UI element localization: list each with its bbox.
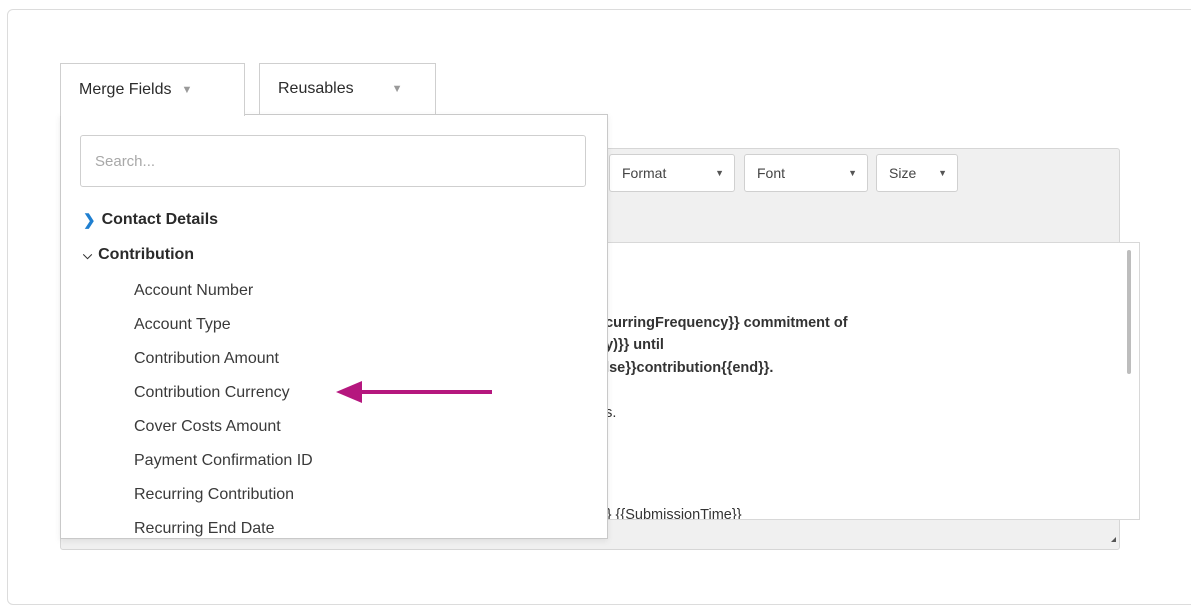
merge-fields-button[interactable]: Merge Fields ▼ <box>60 63 245 116</box>
font-dropdown[interactable]: Font ▼ <box>744 154 868 192</box>
group-contact-details[interactable]: ❯ Contact Details <box>83 211 218 229</box>
list-item[interactable]: Recurring Contribution <box>134 486 294 504</box>
list-item[interactable]: Account Number <box>134 282 253 300</box>
list-item[interactable]: Payment Confirmation ID <box>134 452 313 470</box>
reusables-label: Reusables <box>278 80 354 97</box>
content-line: )}} {{SubmissionTime}} <box>606 507 742 520</box>
caret-down-icon: ▼ <box>391 83 403 95</box>
content-line: ecurringFrequency}} commitment of <box>606 315 848 331</box>
content-line: cy)}} until <box>607 337 664 353</box>
size-dropdown[interactable]: Size ▼ <box>876 154 958 192</box>
editor-content-area[interactable]: ecurringFrequency}} commitment of cy)}} … <box>606 242 1140 520</box>
caret-down-icon: ▼ <box>848 168 857 178</box>
caret-down-icon: ▼ <box>715 168 724 178</box>
caret-down-icon: ▼ <box>938 168 947 178</box>
merge-fields-dropdown: ❯ Contact Details ⌵ Contribution Account… <box>60 114 608 539</box>
group-label: Contribution <box>98 246 195 263</box>
caret-down-icon: ▼ <box>181 84 193 96</box>
chevron-down-icon: ⌵ <box>83 247 93 262</box>
search-input[interactable] <box>80 135 586 187</box>
group-label: Contact Details <box>101 211 219 228</box>
merge-fields-label: Merge Fields <box>79 81 172 98</box>
list-item[interactable]: Cover Costs Amount <box>134 418 281 436</box>
list-item[interactable]: Contribution Amount <box>134 350 279 368</box>
size-label: Size <box>889 165 917 181</box>
resize-grip-icon[interactable] <box>1111 537 1116 542</box>
group-contribution[interactable]: ⌵ Contribution <box>83 246 194 264</box>
editor-scrollbar[interactable] <box>1127 250 1131 374</box>
list-item-highlighted[interactable]: Contribution Currency <box>134 384 290 402</box>
format-dropdown[interactable]: Format ▼ <box>609 154 735 192</box>
font-label: Font <box>757 165 786 181</box>
arrow-icon <box>336 381 492 403</box>
content-line: else}}contribution{{end}}. <box>606 360 774 376</box>
chevron-right-icon: ❯ <box>83 212 96 229</box>
reusables-button[interactable]: Reusables ▼ <box>259 63 436 115</box>
format-label: Format <box>622 165 667 181</box>
list-item[interactable]: Account Type <box>134 316 231 334</box>
list-item[interactable]: Recurring End Date <box>134 520 275 538</box>
